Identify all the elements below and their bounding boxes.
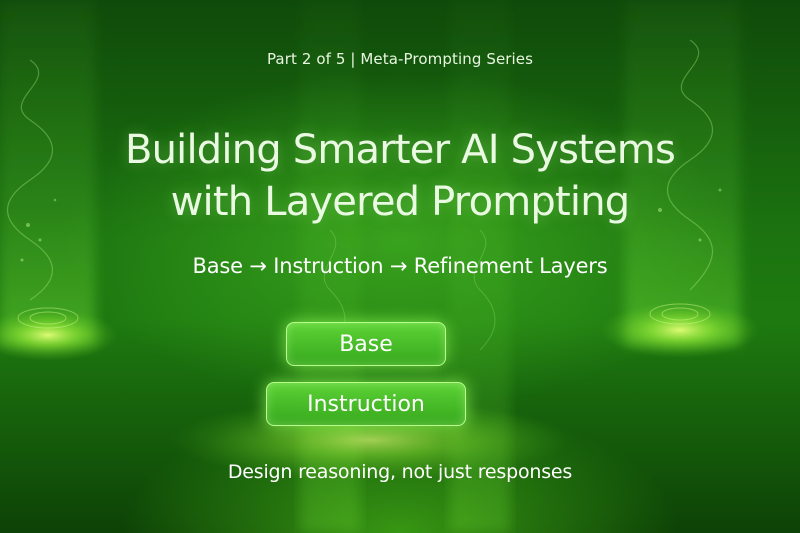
series-label: Part 2 of 5 | Meta-Prompting Series [266, 50, 534, 68]
headline-line-2: with Layered Prompting [170, 179, 631, 225]
banner-canvas: Part 2 of 5 | Meta-Prompting Series Buil… [0, 0, 800, 533]
layer-base-button: Base [286, 322, 446, 366]
tagline: Design reasoning, not just responses [227, 461, 573, 483]
glow-pool-right [600, 302, 760, 358]
subheadline: Base → Instruction → Refinement Layers [192, 254, 608, 278]
headline-line-1: Building Smarter AI Systems [124, 127, 676, 173]
layer-instruction-button: Instruction [266, 382, 466, 426]
headline: Building Smarter AI Systems with Layered… [0, 124, 800, 228]
